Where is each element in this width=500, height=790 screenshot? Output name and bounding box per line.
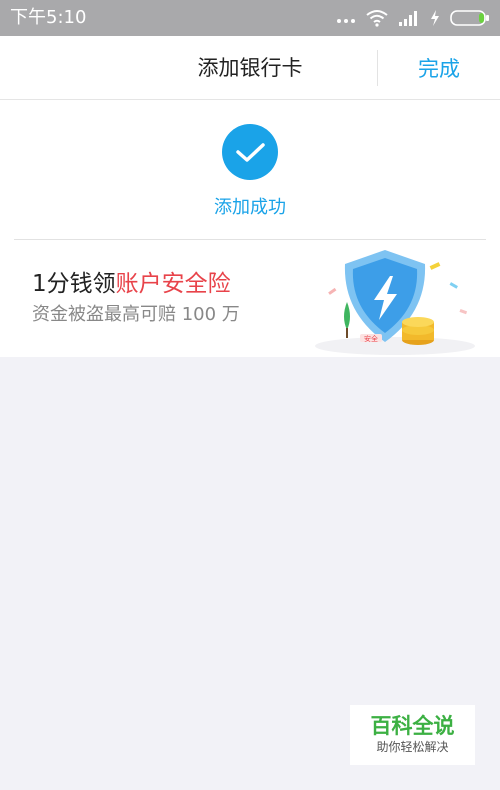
done-button[interactable]: 完成 [378, 36, 500, 100]
wifi-icon [366, 10, 388, 27]
success-message: 添加成功 [214, 197, 286, 218]
status-icons [336, 9, 490, 27]
check-circle-icon [222, 124, 278, 180]
banner-ribbon-text: 安全 [364, 334, 378, 343]
signal-icon [399, 11, 417, 26]
watermark-logo: 百科全说 助你轻松解决 [350, 705, 475, 765]
status-time: 下午5:10 [10, 7, 87, 28]
banner-subtitle: 资金被盗最高可赔 100 万 [32, 304, 240, 325]
battery-icon [450, 10, 489, 26]
success-section: 添加成功 [0, 100, 500, 240]
banner-headline-prefix: 1分钱领 [32, 271, 116, 297]
banner-headline-highlight: 账户安全险 [115, 271, 231, 297]
watermark-subtitle: 助你轻松解决 [376, 740, 449, 754]
watermark-title: 百科全说 [370, 714, 455, 738]
banner-headline: 1分钱领账户安全险 [32, 269, 231, 299]
shield-lightning-coins-illustration: 安全 [315, 250, 475, 355]
status-bar: 下午5:10 [0, 0, 500, 36]
insurance-banner[interactable]: 1分钱领账户安全险 资金被盗最高可赔 100 万 安全 [0, 240, 500, 357]
charging-icon [431, 10, 439, 26]
title-bar: 添加银行卡 完成 [0, 36, 500, 100]
more-dots-icon [337, 19, 355, 23]
